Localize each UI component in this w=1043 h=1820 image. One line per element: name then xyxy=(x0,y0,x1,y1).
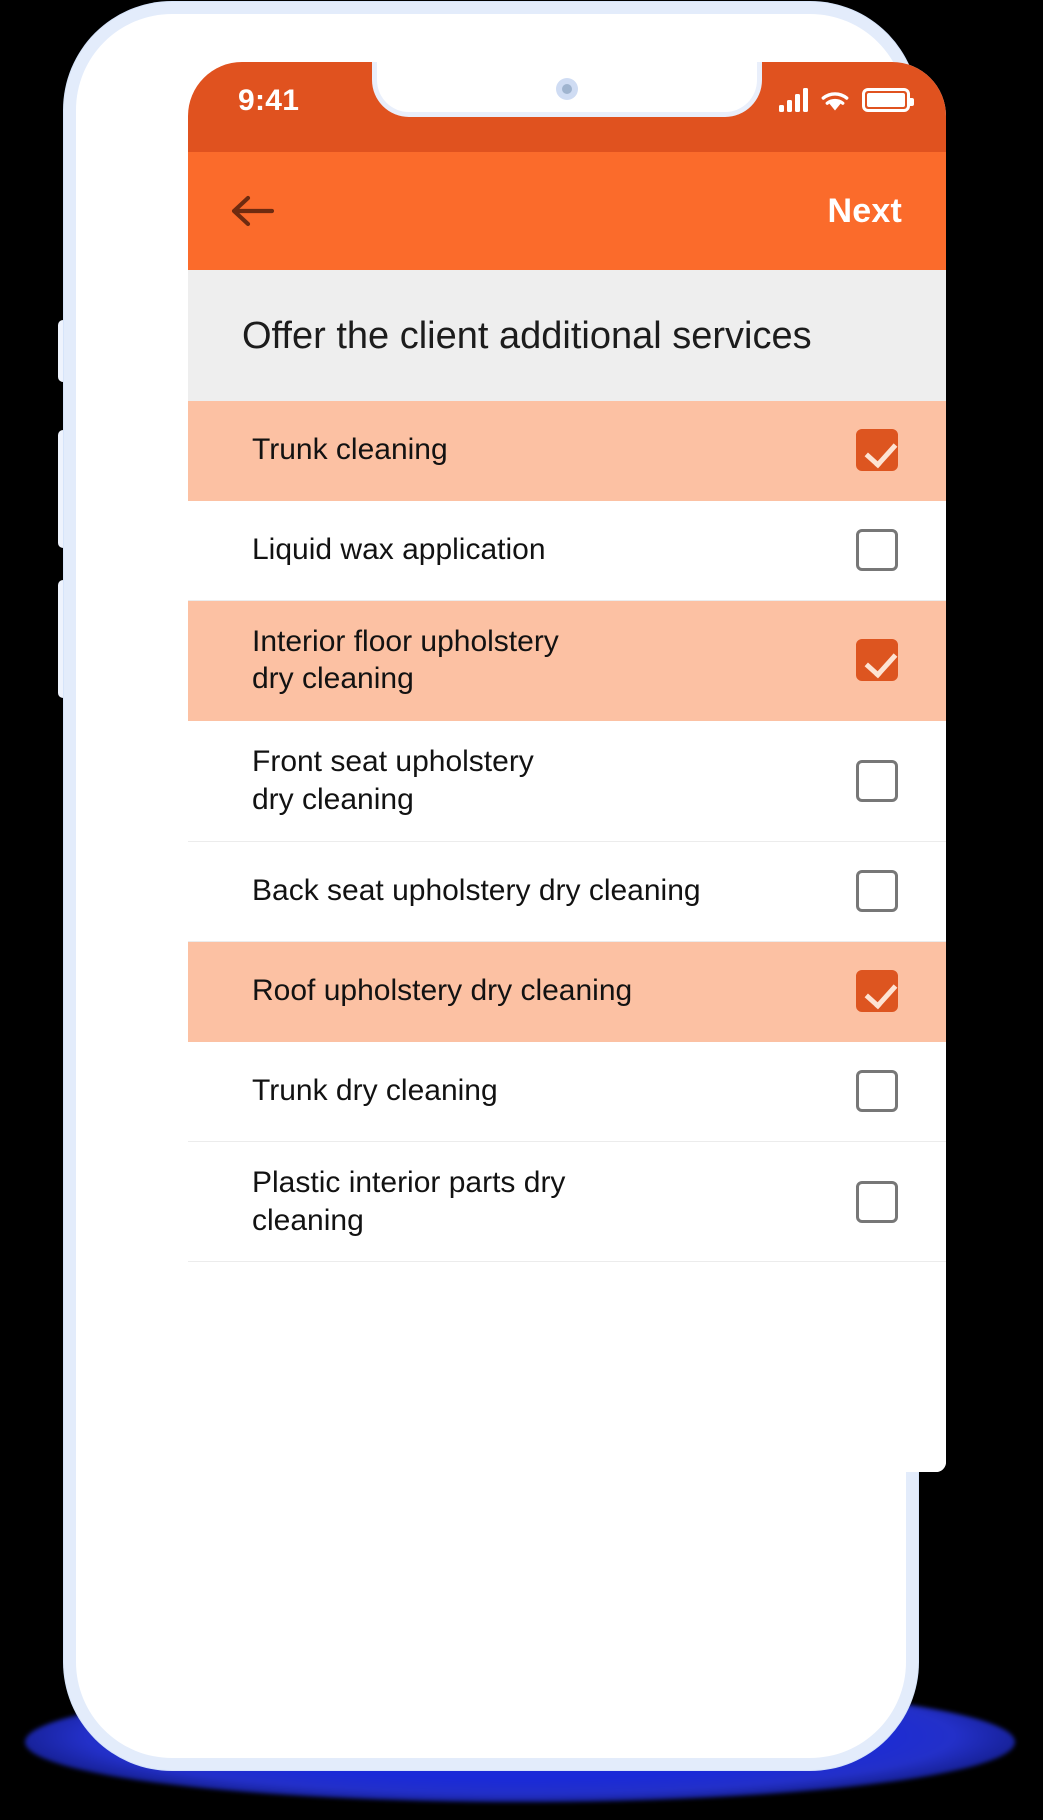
phone-volume-up-button[interactable] xyxy=(58,430,68,548)
service-row[interactable]: Liquid wax application xyxy=(188,500,946,601)
status-bar: 9:41 xyxy=(188,62,946,152)
service-row[interactable]: Back seat upholstery dry cleaning xyxy=(188,841,946,942)
checkbox-unchecked-icon[interactable] xyxy=(856,1070,898,1113)
service-label: Front seat upholstery dry cleaning xyxy=(252,745,534,817)
phone-screen: 9:41 Next Offer the client additional se… xyxy=(188,62,946,1472)
checkbox-unchecked-icon[interactable] xyxy=(856,529,898,572)
service-row[interactable]: Roof upholstery dry cleaning xyxy=(188,941,946,1042)
service-label: Liquid wax application xyxy=(252,533,546,567)
checkbox-unchecked-icon[interactable] xyxy=(856,870,898,913)
phone-bezel: 9:41 Next Offer the client additional se… xyxy=(76,14,946,1758)
service-label: Trunk cleaning xyxy=(252,433,448,467)
phone-mute-switch[interactable] xyxy=(58,320,68,382)
front-camera-icon xyxy=(556,78,578,100)
service-label: Plastic interior parts dry cleaning xyxy=(252,1165,566,1237)
next-button[interactable]: Next xyxy=(828,192,903,231)
service-label: Back seat upholstery dry cleaning xyxy=(252,874,701,908)
checkbox-checked-icon[interactable] xyxy=(856,970,898,1013)
navigation-bar: Next xyxy=(188,152,946,270)
status-indicators xyxy=(779,88,914,112)
back-arrow-icon[interactable] xyxy=(228,191,275,231)
services-list: Trunk cleaning Liquid wax application Inte… xyxy=(188,400,946,1263)
service-label: Roof upholstery dry cleaning xyxy=(252,974,633,1008)
service-row[interactable]: Trunk cleaning xyxy=(188,400,946,501)
checkbox-checked-icon[interactable] xyxy=(856,429,898,472)
status-time: 9:41 xyxy=(238,84,300,117)
phone-volume-down-button[interactable] xyxy=(58,580,68,698)
service-label: Interior floor upholstery dry cleaning xyxy=(252,624,559,696)
checkbox-checked-icon[interactable] xyxy=(856,639,898,682)
service-row[interactable]: Trunk dry cleaning xyxy=(188,1041,946,1142)
phone-mockup-scene: 9:41 Next Offer the client additional se… xyxy=(0,0,1043,1820)
service-row[interactable]: Interior floor upholstery dry cleaning xyxy=(188,600,946,722)
signal-icon xyxy=(779,88,808,112)
service-row[interactable]: Front seat upholstery dry cleaning xyxy=(188,721,946,842)
checkbox-unchecked-icon[interactable] xyxy=(856,760,898,803)
service-row[interactable]: Plastic interior parts dry cleaning xyxy=(188,1141,946,1263)
battery-icon xyxy=(862,88,914,112)
service-label: Trunk dry cleaning xyxy=(252,1074,498,1108)
page-title: Offer the client additional services xyxy=(242,315,812,357)
wifi-icon xyxy=(820,89,850,112)
page-header: Offer the client additional services xyxy=(188,270,946,401)
checkbox-unchecked-icon[interactable] xyxy=(856,1180,898,1223)
list-empty-area xyxy=(188,1262,946,1472)
